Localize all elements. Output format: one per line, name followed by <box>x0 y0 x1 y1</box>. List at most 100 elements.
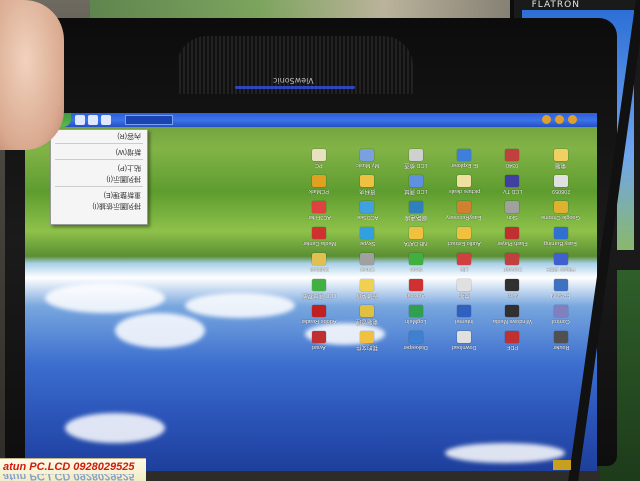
desktop-shortcut[interactable]: Acrobat <box>392 279 440 303</box>
desktop-shortcut[interactable]: Download <box>440 331 488 355</box>
shortcut-label: Skin <box>507 214 518 220</box>
shortcut-icon <box>408 175 423 187</box>
desktop-shortcut[interactable]: 資料夾 <box>343 175 391 199</box>
desktop-shortcut[interactable]: LCD 測試程式 <box>295 279 343 303</box>
shortcut-icon <box>553 253 568 265</box>
shortcut-label: 電腦 <box>555 162 567 168</box>
desktop-shortcut[interactable]: NB DATA <box>392 227 440 251</box>
shortcut-icon <box>312 149 327 161</box>
shortcut-icon <box>360 201 375 213</box>
desktop-shortcut[interactable]: Adobe Reader <box>295 305 343 329</box>
shortcut-label: Download <box>451 344 477 350</box>
taskbar-task-button[interactable] <box>125 115 173 125</box>
tray-icon[interactable] <box>555 115 564 124</box>
desktop-shortcut[interactable]: LCD 測試 <box>392 175 440 199</box>
desktop-shortcut[interactable]: My Music <box>343 149 391 173</box>
desktop-shortcut[interactable]: Router <box>537 331 585 355</box>
cloud <box>65 413 165 443</box>
shortcut-label: Router <box>552 344 570 350</box>
shortcut-icon <box>457 149 472 161</box>
desktop-shortcut[interactable]: Skype <box>343 227 391 251</box>
desktop-shortcut[interactable]: picture deals <box>440 175 488 199</box>
desktop-shortcut[interactable]: Easy Burning <box>537 227 585 251</box>
quick-launch-icon[interactable] <box>75 115 85 125</box>
desktop-shortcut[interactable]: 網路連線 <box>392 201 440 225</box>
desktop-shortcut[interactable]: Control <box>537 305 585 329</box>
context-menu-item[interactable]: 重新整理(E) <box>51 189 147 200</box>
desktop-shortcut[interactable]: Outlook <box>295 253 343 277</box>
context-menu-item[interactable]: 新增(W) <box>51 146 147 157</box>
desktop-shortcut[interactable]: Convert <box>488 253 536 277</box>
desktop-shortcut[interactable]: Nero <box>488 279 536 303</box>
context-menu-item[interactable]: 排列圖示依據(I) <box>51 200 147 211</box>
desktop-shortcut[interactable]: Lite <box>440 253 488 277</box>
desktop-shortcut[interactable]: Diskeeper <box>392 331 440 355</box>
desktop-shortcut[interactable]: ACDSee <box>343 201 391 225</box>
cloud <box>45 283 165 313</box>
quick-launch <box>75 115 111 125</box>
cloud <box>115 313 205 348</box>
taskbar[interactable] <box>25 113 597 127</box>
desktop-shortcut[interactable]: Internet <box>440 305 488 329</box>
shortcut-icon <box>360 253 375 265</box>
shortcut-label: LCD TV <box>502 188 523 194</box>
desktop-shortcut[interactable]: LCD 檢查 <box>392 149 440 173</box>
desktop-shortcut[interactable]: PC <box>295 149 343 173</box>
desktop-shortcut[interactable]: Driver <box>343 253 391 277</box>
shortcut-label: 網路連線 <box>404 214 427 220</box>
menu-separator <box>55 159 143 160</box>
desktop-shortcut[interactable]: IE Explorer <box>440 149 488 173</box>
shortcut-icon <box>505 227 520 239</box>
desktop-shortcut[interactable]: Player 2004 <box>537 253 585 277</box>
quick-launch-icon[interactable] <box>101 115 111 125</box>
desktop-shortcut[interactable]: 我的文件 <box>343 331 391 355</box>
shortcut-label: picture deals <box>448 188 480 194</box>
desktop-shortcut[interactable]: Google Chrome <box>537 201 585 225</box>
desktop-shortcut[interactable]: Scan <box>392 253 440 277</box>
desktop-shortcut[interactable]: EPSON <box>537 279 585 303</box>
desktop-shortcut[interactable]: Windows Media <box>488 305 536 329</box>
desktop-shortcut[interactable]: Media Center <box>295 227 343 251</box>
shortcut-icon <box>312 201 327 213</box>
tray-icon[interactable] <box>542 115 551 124</box>
shortcut-label: Windows Media <box>493 318 532 324</box>
shortcut-label: AC3Filter <box>307 214 331 220</box>
desktop-shortcut[interactable]: 光碟燒錄 <box>343 279 391 303</box>
shortcut-icon <box>312 279 327 291</box>
shortcut-icon <box>505 149 520 161</box>
context-menu-item[interactable]: 貼上(P) <box>51 162 147 173</box>
desktop-shortcut[interactable]: 208059 <box>537 175 585 199</box>
desktop-shortcut[interactable]: AC3Filter <box>295 201 343 225</box>
context-menu-item[interactable]: 內容(R) <box>51 130 147 141</box>
shortcut-label: Driver <box>360 266 375 272</box>
background-monitor-brand: FLATRON <box>531 0 580 10</box>
shortcut-label: PDF <box>506 344 518 350</box>
context-menu-item[interactable]: 排列圖示(I) <box>51 173 147 184</box>
watermark-caption: atun PC.LCD 0928029525 atun PC.LCD 09280… <box>0 458 146 481</box>
tray-icon[interactable] <box>568 115 577 124</box>
desktop-shortcut[interactable]: Flash Player <box>488 227 536 251</box>
shortcut-icon <box>505 279 520 291</box>
desktop-shortcut[interactable]: 電腦管理 <box>343 305 391 329</box>
notification-area <box>542 115 577 124</box>
quick-launch-icon[interactable] <box>88 115 98 125</box>
desktop-shortcut[interactable]: 0340 <box>488 149 536 173</box>
desktop-shortcut[interactable]: LogMeIn <box>392 305 440 329</box>
shortcut-icon <box>553 149 568 161</box>
desktop-shortcut[interactable]: EasyRecovery <box>440 201 488 225</box>
shortcut-icon <box>553 279 568 291</box>
desktop-shortcut[interactable]: 電腦 <box>537 149 585 173</box>
shortcut-icon <box>553 227 568 239</box>
desktop-shortcut[interactable]: 檔案 <box>440 279 488 303</box>
shortcut-icon <box>505 201 520 213</box>
shortcut-label: Audio Extract <box>447 240 481 246</box>
desktop-shortcut[interactable]: Audio Extract <box>440 227 488 251</box>
desktop-shortcut[interactable]: PCMark <box>295 175 343 199</box>
shortcut-icon <box>457 253 472 265</box>
desktop-shortcut[interactable]: Avast <box>295 331 343 355</box>
desktop-shortcut[interactable]: LCD TV <box>488 175 536 199</box>
desktop-shortcut[interactable]: PDF <box>488 331 536 355</box>
shortcut-icon <box>408 201 423 213</box>
shortcut-icon <box>553 305 568 317</box>
desktop-shortcut[interactable]: Skin <box>488 201 536 225</box>
